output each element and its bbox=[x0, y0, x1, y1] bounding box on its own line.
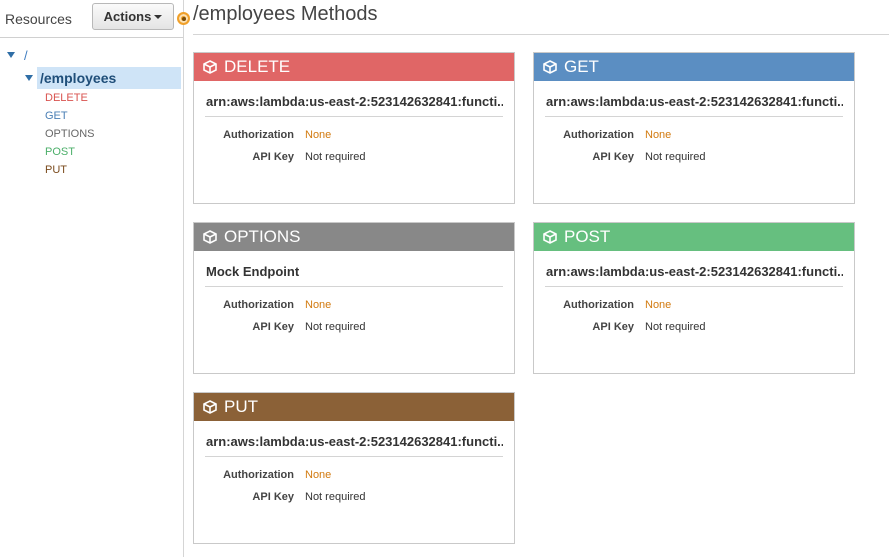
expand-triangle-icon[interactable] bbox=[7, 52, 15, 58]
actions-button[interactable]: Actions bbox=[92, 3, 174, 30]
api-key-label: API Key bbox=[252, 151, 294, 163]
resources-title: Resources bbox=[5, 11, 72, 27]
api-key-row: API Key Not required bbox=[194, 485, 514, 507]
method-card-title: POST bbox=[564, 227, 611, 246]
integration-target[interactable]: arn:aws:lambda:us-east-2:523142632841:fu… bbox=[545, 251, 843, 287]
expand-triangle-icon[interactable] bbox=[25, 75, 33, 81]
api-key-value: Not required bbox=[645, 151, 706, 163]
api-key-value: Not required bbox=[305, 151, 366, 163]
api-key-row: API Key Not required bbox=[534, 145, 854, 167]
cube-icon bbox=[543, 60, 557, 74]
authorization-label: Authorization bbox=[223, 469, 294, 481]
authorization-row: Authorization None bbox=[194, 463, 514, 485]
method-card-put[interactable]: PUT arn:aws:lambda:us-east-2:52314263284… bbox=[193, 392, 515, 544]
cube-icon bbox=[203, 230, 217, 244]
integration-target[interactable]: arn:aws:lambda:us-east-2:523142632841:fu… bbox=[205, 81, 503, 117]
method-card-post[interactable]: POST arn:aws:lambda:us-east-2:5231426328… bbox=[533, 222, 855, 374]
authorization-row: Authorization None bbox=[534, 123, 854, 145]
method-card-title: OPTIONS bbox=[224, 227, 301, 246]
method-card-title: DELETE bbox=[224, 57, 291, 76]
authorization-value[interactable]: None bbox=[645, 299, 671, 311]
tree-toggle-employees[interactable] bbox=[25, 67, 33, 89]
method-card-options[interactable]: OPTIONS Mock Endpoint Authorization None… bbox=[193, 222, 515, 374]
api-key-value: Not required bbox=[305, 491, 366, 503]
method-card-header[interactable]: DELETE bbox=[194, 53, 514, 81]
api-key-label: API Key bbox=[592, 151, 634, 163]
authorization-value[interactable]: None bbox=[305, 129, 331, 141]
authorization-row: Authorization None bbox=[534, 293, 854, 315]
method-card-header[interactable]: GET bbox=[534, 53, 854, 81]
cube-icon bbox=[203, 400, 217, 414]
authorization-value[interactable]: None bbox=[645, 129, 671, 141]
method-card-header[interactable]: PUT bbox=[194, 393, 514, 421]
tree-method-get[interactable]: GET bbox=[45, 110, 68, 122]
authorization-value[interactable]: None bbox=[305, 469, 331, 481]
authorization-value[interactable]: None bbox=[305, 299, 331, 311]
method-card-title: GET bbox=[564, 57, 599, 76]
api-key-row: API Key Not required bbox=[194, 145, 514, 167]
api-key-row: API Key Not required bbox=[194, 315, 514, 337]
api-key-label: API Key bbox=[592, 321, 634, 333]
authorization-label: Authorization bbox=[563, 129, 634, 141]
page-title: /employees Methods bbox=[193, 3, 378, 25]
integration-target[interactable]: arn:aws:lambda:us-east-2:523142632841:fu… bbox=[205, 421, 503, 457]
tree-item-root[interactable]: / bbox=[7, 47, 28, 63]
integration-target[interactable]: arn:aws:lambda:us-east-2:523142632841:fu… bbox=[545, 81, 843, 117]
method-card-delete[interactable]: DELETE arn:aws:lambda:us-east-2:52314263… bbox=[193, 52, 515, 204]
tree-method-options[interactable]: OPTIONS bbox=[45, 128, 95, 140]
authorization-row: Authorization None bbox=[194, 123, 514, 145]
method-card-get[interactable]: GET arn:aws:lambda:us-east-2:52314263284… bbox=[533, 52, 855, 204]
api-key-row: API Key Not required bbox=[534, 315, 854, 337]
cube-icon bbox=[543, 230, 557, 244]
method-card-header[interactable]: POST bbox=[534, 223, 854, 251]
api-key-value: Not required bbox=[645, 321, 706, 333]
api-key-value: Not required bbox=[305, 321, 366, 333]
resources-panel: Resources Actions / /employees DELETE GE… bbox=[0, 0, 184, 557]
api-key-label: API Key bbox=[252, 491, 294, 503]
title-divider bbox=[193, 34, 889, 35]
chevron-down-icon bbox=[154, 15, 163, 19]
api-key-label: API Key bbox=[252, 321, 294, 333]
authorization-label: Authorization bbox=[563, 299, 634, 311]
tree-method-put[interactable]: PUT bbox=[45, 164, 67, 176]
tree-method-post[interactable]: POST bbox=[45, 146, 75, 158]
tree-item-employees[interactable]: /employees bbox=[37, 67, 181, 89]
tree-item-root-label: / bbox=[24, 47, 28, 63]
integration-target[interactable]: Mock Endpoint bbox=[205, 251, 503, 287]
method-card-title: PUT bbox=[224, 397, 258, 416]
authorization-label: Authorization bbox=[223, 129, 294, 141]
cube-icon bbox=[203, 60, 217, 74]
panel-resize-handle[interactable] bbox=[177, 12, 190, 25]
authorization-row: Authorization None bbox=[194, 293, 514, 315]
resources-header: Resources Actions bbox=[0, 0, 183, 38]
tree-method-delete[interactable]: DELETE bbox=[45, 92, 88, 104]
method-card-header[interactable]: OPTIONS bbox=[194, 223, 514, 251]
authorization-label: Authorization bbox=[223, 299, 294, 311]
actions-label: Actions bbox=[103, 9, 152, 24]
